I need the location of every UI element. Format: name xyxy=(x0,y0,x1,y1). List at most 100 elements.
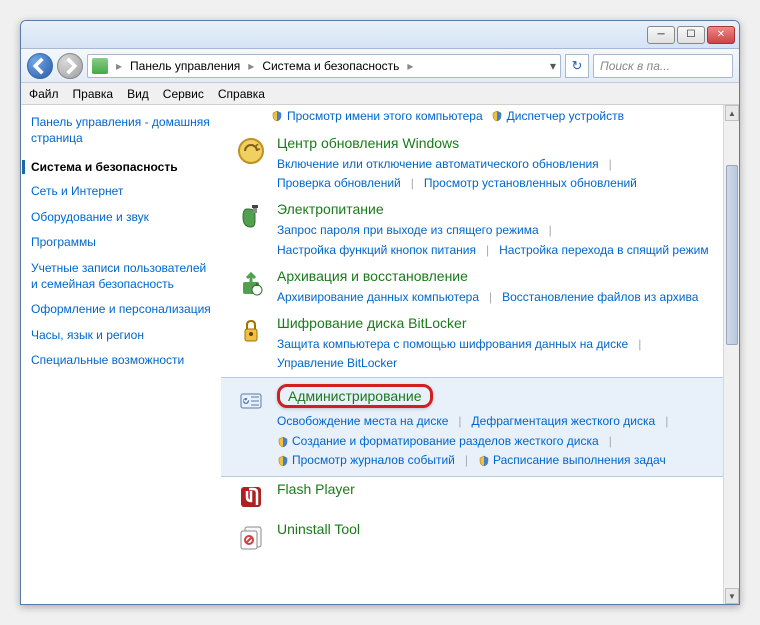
menu-edit[interactable]: Правка xyxy=(73,87,114,101)
titlebar: ─ ☐ ✕ xyxy=(21,21,739,49)
shield-icon xyxy=(277,435,289,447)
task-link[interactable]: Дефрагментация жесткого диска xyxy=(472,412,656,431)
nav-forward-button[interactable] xyxy=(57,53,83,79)
maximize-button[interactable]: ☐ xyxy=(677,26,705,44)
minimize-button[interactable]: ─ xyxy=(647,26,675,44)
section-4: Администрирование Освобождение места на д… xyxy=(221,377,739,477)
section-body: Центр обновления Windows Включение или от… xyxy=(277,135,725,193)
sidebar-item-network[interactable]: Сеть и Интернет xyxy=(31,184,215,200)
section-title[interactable]: Администрирование xyxy=(277,384,725,408)
menu-bar: Файл Правка Вид Сервис Справка xyxy=(21,83,739,105)
shield-icon xyxy=(271,110,283,122)
vertical-scrollbar[interactable]: ▲ ▼ xyxy=(723,105,739,604)
section-links: Включение или отключение автоматического… xyxy=(277,155,725,193)
shield-icon xyxy=(277,454,289,466)
task-link[interactable]: Создание и форматирование разделов жестк… xyxy=(277,432,599,451)
sidebar-current-category: Система и безопасность xyxy=(22,160,215,174)
chevron-right-icon: ▸ xyxy=(244,59,258,73)
section-title[interactable]: Шифрование диска BitLocker xyxy=(277,315,725,331)
control-panel-icon xyxy=(92,58,108,74)
search-input[interactable]: Поиск в па... xyxy=(593,54,733,78)
section-3: Шифрование диска BitLocker Защита компьют… xyxy=(221,311,739,377)
navbar: ▸ Панель управления ▸ Система и безопасн… xyxy=(21,49,739,83)
section-title[interactable]: Uninstall Tool xyxy=(277,521,725,537)
category-icon xyxy=(235,315,267,347)
menu-help[interactable]: Справка xyxy=(218,87,265,101)
section-body: Flash Player xyxy=(277,481,725,501)
search-placeholder: Поиск в па... xyxy=(600,59,670,73)
task-link[interactable]: Архивирование данных компьютера xyxy=(277,288,479,307)
sidebar-item-accessibility[interactable]: Специальные возможности xyxy=(31,353,215,369)
section-links: Освобождение места на диске|Дефрагментац… xyxy=(277,412,725,470)
task-link[interactable]: Освобождение места на диске xyxy=(277,412,448,431)
section-title[interactable]: Архивация и восстановление xyxy=(277,268,725,284)
nav-back-button[interactable] xyxy=(27,53,53,79)
section-5: Flash Player xyxy=(221,477,739,517)
breadcrumb-current[interactable]: Система и безопасность xyxy=(262,59,399,73)
category-icon xyxy=(235,521,267,553)
section-body: Uninstall Tool xyxy=(277,521,725,541)
task-link[interactable]: Настройка функций кнопок питания xyxy=(277,241,476,260)
section-body: Администрирование Освобождение места на д… xyxy=(277,384,725,470)
shield-icon xyxy=(478,454,490,466)
address-dropdown-icon[interactable]: ▾ xyxy=(550,59,556,73)
section-body: Электропитание Запрос пароля при выходе и… xyxy=(277,201,725,259)
scroll-up-button[interactable]: ▲ xyxy=(725,105,739,121)
content-area: Просмотр имени этого компьютера Диспетче… xyxy=(221,105,739,604)
category-icon xyxy=(235,481,267,513)
separator: | xyxy=(465,451,468,470)
section-links: Запрос пароля при выходе из спящего режи… xyxy=(277,221,725,259)
section-links: Защита компьютера с помощью шифрования д… xyxy=(277,335,725,373)
sidebar-home-link[interactable]: Панель управления - домашняя страница xyxy=(31,115,215,146)
section-title[interactable]: Электропитание xyxy=(277,201,725,217)
highlight-box: Администрирование xyxy=(277,384,433,408)
task-link[interactable]: Проверка обновлений xyxy=(277,174,401,193)
task-link[interactable]: Защита компьютера с помощью шифрования д… xyxy=(277,335,628,354)
task-link[interactable]: Включение или отключение автоматического… xyxy=(277,155,599,174)
section-6: Uninstall Tool xyxy=(221,517,739,557)
separator: | xyxy=(458,412,461,431)
separator: | xyxy=(411,174,414,193)
section-body: Шифрование диска BitLocker Защита компьют… xyxy=(277,315,725,373)
category-icon xyxy=(235,135,267,167)
link-device-manager[interactable]: Диспетчер устройств xyxy=(491,109,624,123)
menu-view[interactable]: Вид xyxy=(127,87,149,101)
breadcrumb-root[interactable]: Панель управления xyxy=(130,59,240,73)
sidebar-item-programs[interactable]: Программы xyxy=(31,235,215,251)
sidebar-item-clock[interactable]: Часы, язык и регион xyxy=(31,328,215,344)
category-icon xyxy=(235,384,267,416)
close-button[interactable]: ✕ xyxy=(707,26,735,44)
section-body: Архивация и восстановление Архивирование … xyxy=(277,268,725,307)
address-bar[interactable]: ▸ Панель управления ▸ Система и безопасн… xyxy=(87,54,561,78)
menu-service[interactable]: Сервис xyxy=(163,87,204,101)
section-1: Электропитание Запрос пароля при выходе и… xyxy=(221,197,739,263)
link-computer-name[interactable]: Просмотр имени этого компьютера xyxy=(271,109,483,123)
sidebar-item-hardware[interactable]: Оборудование и звук xyxy=(31,210,215,226)
separator: | xyxy=(609,155,612,174)
section-title[interactable]: Flash Player xyxy=(277,481,725,497)
sidebar-item-appearance[interactable]: Оформление и персонализация xyxy=(31,302,215,318)
section-links: Архивирование данных компьютера | Восстано… xyxy=(277,288,725,307)
section-2: Архивация и восстановление Архивирование … xyxy=(221,264,739,311)
task-link[interactable]: Запрос пароля при выходе из спящего режи… xyxy=(277,221,539,240)
separator: | xyxy=(609,432,612,451)
sidebar-item-accounts[interactable]: Учетные записи пользователей и семейная … xyxy=(31,261,215,292)
separator: | xyxy=(489,288,492,307)
task-link[interactable]: Расписание выполнения задач xyxy=(478,451,666,470)
menu-file[interactable]: Файл xyxy=(29,87,59,101)
task-link[interactable]: Настройка перехода в спящий режим xyxy=(499,241,708,260)
separator: | xyxy=(486,241,489,260)
task-link[interactable]: Просмотр журналов событий xyxy=(277,451,455,470)
top-links-row: Просмотр имени этого компьютера Диспетче… xyxy=(221,109,739,131)
chevron-right-icon: ▸ xyxy=(403,59,417,73)
scroll-down-button[interactable]: ▼ xyxy=(725,588,739,604)
scroll-thumb[interactable] xyxy=(726,165,738,345)
separator: | xyxy=(638,335,641,354)
task-link[interactable]: Восстановление файлов из архива xyxy=(502,288,698,307)
control-panel-window: ─ ☐ ✕ ▸ Панель управления ▸ Система и бе… xyxy=(20,20,740,605)
section-title[interactable]: Центр обновления Windows xyxy=(277,135,725,151)
category-icon xyxy=(235,201,267,233)
task-link[interactable]: Просмотр установленных обновлений xyxy=(424,174,637,193)
task-link[interactable]: Управление BitLocker xyxy=(277,354,397,373)
refresh-button[interactable]: ↻ xyxy=(565,54,589,78)
